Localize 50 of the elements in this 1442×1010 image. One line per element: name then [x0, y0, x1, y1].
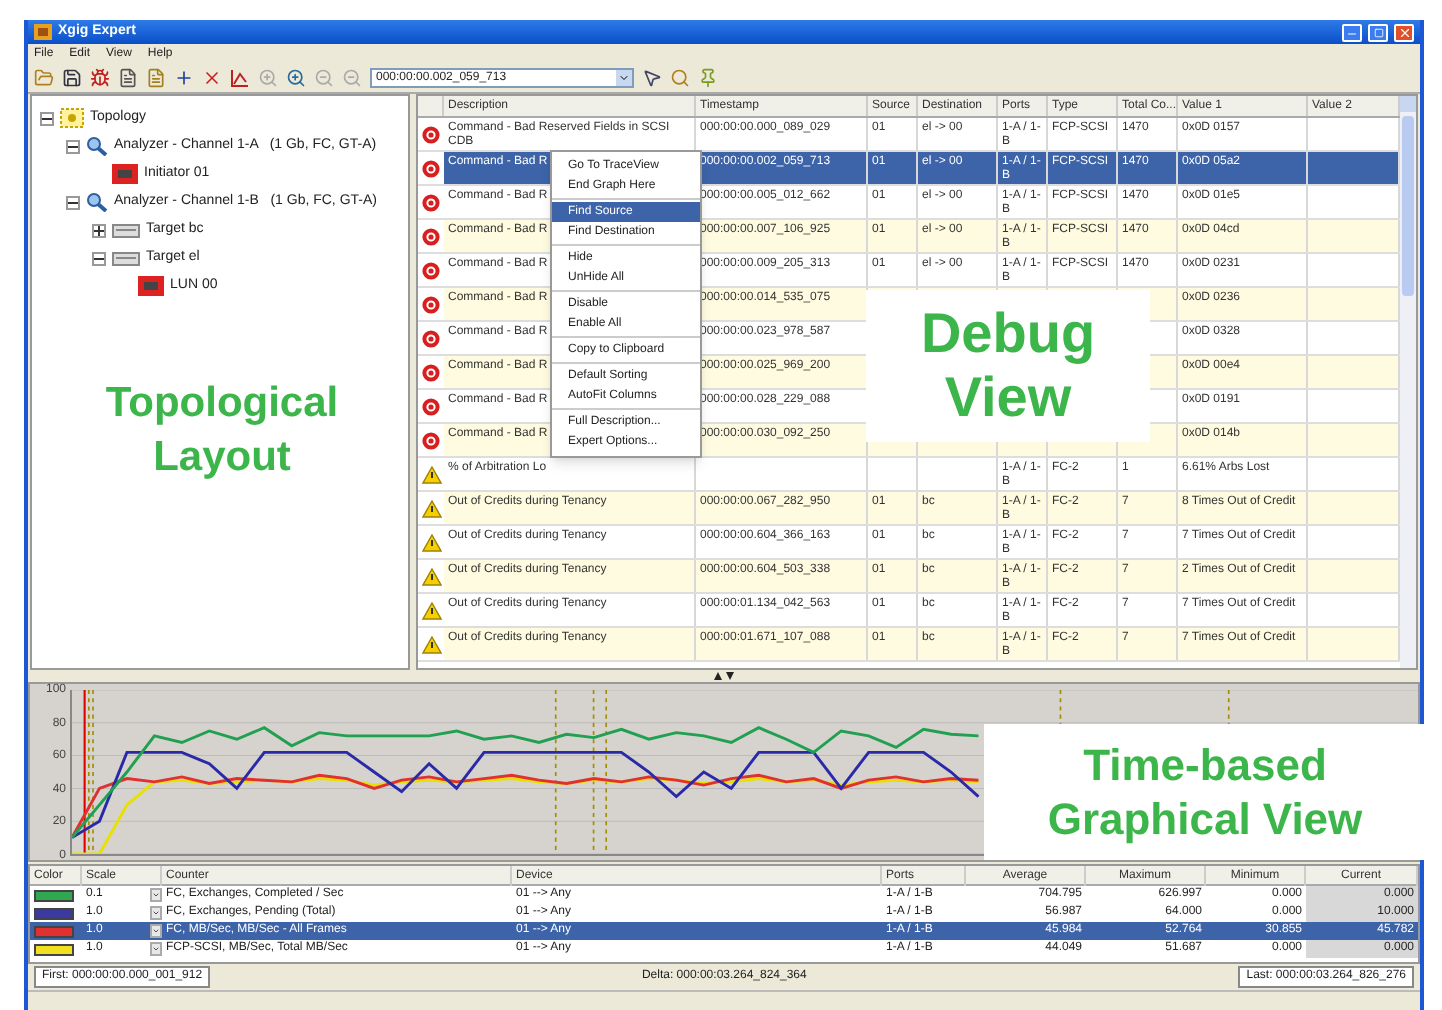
close-icon	[1397, 25, 1411, 39]
dropdown-arrow[interactable]	[616, 70, 632, 86]
device-icon	[138, 276, 164, 296]
plus-icon[interactable]	[174, 68, 194, 88]
maximize-icon	[1373, 27, 1383, 37]
app-logo-icon	[34, 24, 52, 40]
minus-icon	[68, 141, 78, 151]
search-icon[interactable]	[670, 68, 690, 88]
close-icon[interactable]	[202, 68, 222, 88]
minus-icon	[68, 197, 78, 207]
topology-icon	[60, 108, 84, 128]
color-swatch[interactable]	[34, 925, 74, 937]
close-button[interactable]	[1394, 23, 1414, 41]
document-icon[interactable]	[146, 68, 166, 88]
chart-icon[interactable]	[230, 68, 250, 88]
collapse-toggle[interactable]	[40, 111, 54, 125]
dropdown-arrow[interactable]	[150, 906, 162, 920]
save-icon[interactable]	[62, 68, 82, 88]
drive-icon	[112, 221, 140, 239]
scrollbar[interactable]	[1400, 96, 1416, 668]
zoom-in-icon[interactable]	[286, 68, 306, 88]
bug-icon[interactable]	[90, 68, 110, 88]
magnifier-icon	[86, 136, 108, 156]
pointer-icon[interactable]	[642, 68, 662, 88]
minus-icon	[42, 113, 52, 123]
folder-icon[interactable]	[34, 68, 54, 88]
plus-icon	[94, 225, 104, 235]
splitter-arrows-icon[interactable]	[712, 672, 736, 680]
color-swatch[interactable]	[34, 943, 74, 955]
maximize-button[interactable]	[1368, 23, 1388, 41]
collapse-toggle[interactable]	[66, 139, 80, 153]
magnifier-icon	[86, 192, 108, 212]
color-swatch[interactable]	[34, 889, 74, 901]
callout-label: Debug View	[918, 302, 1098, 430]
device-icon	[112, 164, 138, 184]
collapse-toggle[interactable]	[66, 195, 80, 209]
dropdown-arrow[interactable]	[150, 888, 162, 902]
callout-label: Time-based Graphical View	[1045, 738, 1365, 846]
minimize-icon	[1346, 27, 1358, 39]
drive-icon	[112, 249, 140, 267]
minus-icon	[94, 253, 104, 263]
dropdown-arrow[interactable]	[150, 942, 162, 956]
color-swatch[interactable]	[34, 907, 74, 919]
document-icon[interactable]	[118, 68, 138, 88]
collapse-toggle[interactable]	[92, 251, 106, 265]
callout-label: Topological Layout	[103, 378, 341, 484]
pin-icon[interactable]	[698, 68, 718, 88]
expand-toggle[interactable]	[92, 223, 106, 237]
dropdown-arrow[interactable]	[150, 924, 162, 938]
minimize-button[interactable]	[1342, 23, 1362, 41]
